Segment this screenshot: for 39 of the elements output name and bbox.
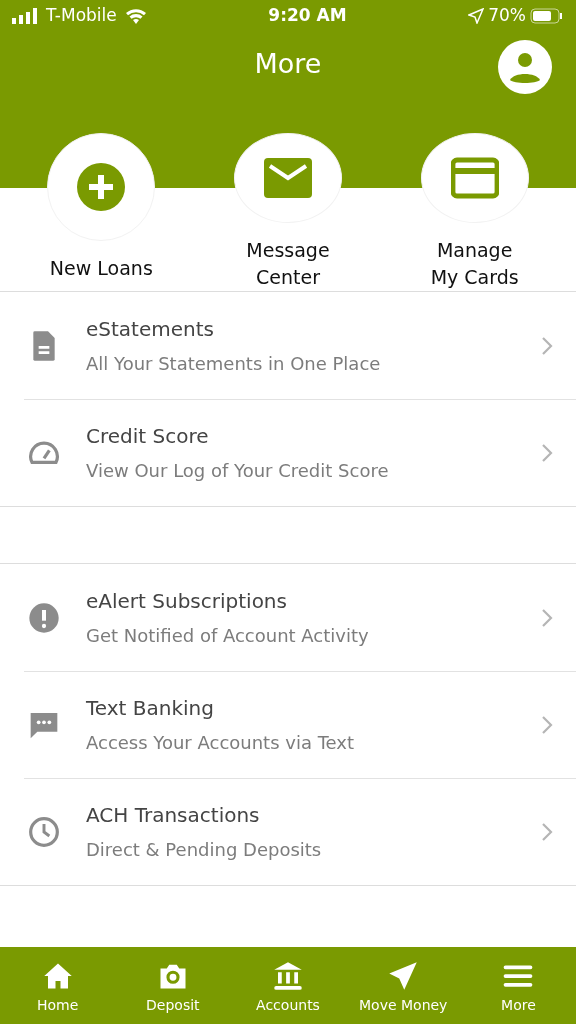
item-subtitle: View Our Log of Your Credit Score xyxy=(86,459,390,483)
chevron-right-icon xyxy=(540,714,554,735)
shortcut-label: New Loans xyxy=(49,256,153,281)
chevron-right-icon xyxy=(540,442,554,463)
menu-item[interactable]: eStatements All Your Statements in One Place xyxy=(0,292,576,399)
item-title: Text Banking xyxy=(86,695,215,722)
signal-icon xyxy=(12,8,38,24)
plus-circle-icon xyxy=(77,163,126,211)
item-subtitle: All Your Statements in One Place xyxy=(86,352,382,376)
location-icon xyxy=(468,8,485,24)
shortcut-label: Manage My Cards xyxy=(430,238,519,290)
item-title: Credit Score xyxy=(86,423,210,450)
home-icon xyxy=(42,961,73,991)
item-subtitle: Access Your Accounts via Text xyxy=(86,731,356,755)
menu-item[interactable]: Credit Score View Our Log of Your Credit Score xyxy=(0,399,576,506)
chevron-right-icon xyxy=(540,607,554,628)
item-title: eAlert Subscriptions xyxy=(86,588,288,615)
menu-item[interactable]: eAlert Subscriptions Get Notified of Account Activity xyxy=(0,564,576,671)
bank-icon xyxy=(273,961,303,991)
chevron-right-icon xyxy=(540,335,554,356)
battery-percent: 70% xyxy=(488,4,526,28)
menu-item[interactable]: ACH Transactions Direct & Pending Deposits xyxy=(0,778,576,885)
item-subtitle: Direct & Pending Deposits xyxy=(86,838,323,862)
item-title: ACH Transactions xyxy=(86,802,261,829)
clock-icon xyxy=(28,815,60,848)
profile-button[interactable] xyxy=(498,40,552,94)
battery-icon xyxy=(530,8,564,24)
chevron-right-icon xyxy=(540,821,554,842)
item-title: eStatements xyxy=(86,316,215,343)
menu-item[interactable]: Text Banking Access Your Accounts via Text xyxy=(0,671,576,778)
paper-plane-icon xyxy=(388,961,419,991)
wifi-icon xyxy=(124,8,147,24)
page-title: More xyxy=(254,47,322,81)
avatar-icon xyxy=(498,40,552,94)
shortcut-label: Message Center xyxy=(246,238,330,290)
alert-icon xyxy=(28,601,60,634)
item-subtitle: Get Notified of Account Activity xyxy=(86,624,370,648)
clock-time: 9:20 AM xyxy=(268,4,347,28)
carrier-name: T-Mobile xyxy=(46,4,117,28)
